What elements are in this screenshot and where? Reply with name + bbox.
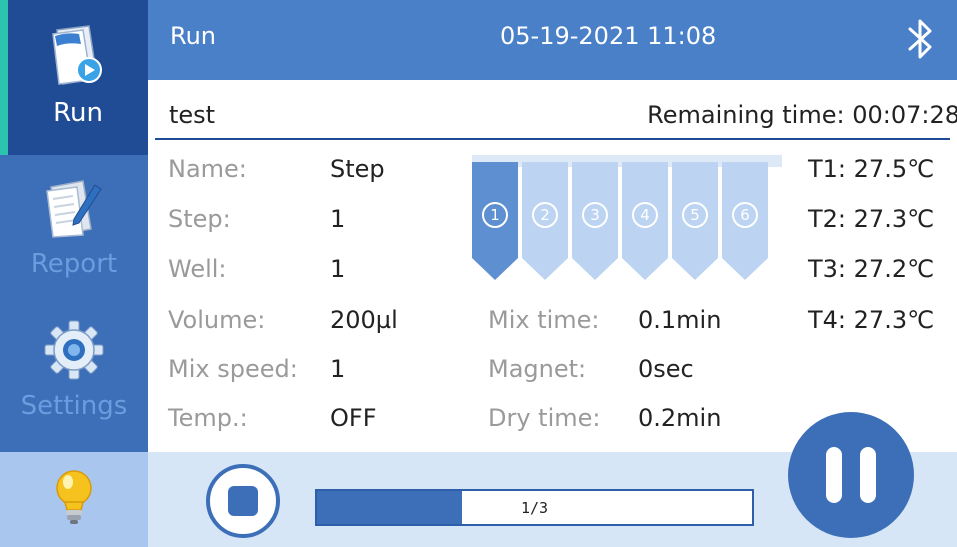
- dry-time-value: 0.2min: [638, 404, 722, 432]
- well-number: 2: [532, 202, 558, 228]
- sidebar-item-label: Report: [30, 249, 118, 279]
- magnet-label: Magnet:: [488, 355, 587, 383]
- mix-speed-value: 1: [330, 355, 346, 383]
- well-1: 1: [472, 162, 518, 280]
- step-value: 1: [330, 205, 346, 233]
- temp-t2-label: T2:: [808, 205, 847, 233]
- volume-value: 200µl: [330, 306, 398, 334]
- well-4: 4: [622, 162, 668, 280]
- program-row: test Remaining time: 00:07:28: [155, 98, 957, 140]
- pause-icon: [826, 447, 842, 503]
- temp-t4: T4: 27.3℃: [808, 306, 934, 334]
- well-number: 6: [732, 202, 758, 228]
- well-number: 1: [482, 202, 508, 228]
- remaining-time-value: 00:07:28: [852, 101, 957, 129]
- stop-button[interactable]: [206, 464, 280, 538]
- remaining-time: Remaining time: 00:07:28: [647, 101, 957, 129]
- temp-t1: T1: 27.5℃: [808, 155, 934, 183]
- temp-t4-value: 27.3℃: [853, 306, 935, 334]
- run-document-icon: [45, 22, 111, 92]
- sidebar-item-run[interactable]: Run: [0, 0, 148, 155]
- well-2: 2: [522, 162, 568, 280]
- program-name: test: [169, 101, 216, 129]
- mix-time-label: Mix time:: [488, 306, 600, 334]
- well-number: 3: [582, 202, 608, 228]
- datetime-display: 05-19-2021 11:08: [500, 22, 717, 50]
- bluetooth-icon[interactable]: [903, 16, 937, 66]
- name-label: Name:: [168, 155, 247, 183]
- sidebar-item-label: Run: [53, 98, 103, 128]
- temp-t4-label: T4:: [808, 306, 847, 334]
- sidebar-item-label: Settings: [20, 391, 128, 421]
- sidebar: Run Report Settings: [0, 0, 148, 547]
- sidebar-item-report[interactable]: Report: [0, 155, 148, 297]
- pause-button[interactable]: [788, 412, 914, 538]
- temp-t2: T2: 27.3℃: [808, 205, 934, 233]
- mix-speed-label: Mix speed:: [168, 355, 298, 383]
- temp-label: Temp.:: [168, 404, 248, 432]
- progress-text: 1/3: [520, 498, 549, 517]
- well-label: Well:: [168, 255, 227, 283]
- sidebar-item-light[interactable]: [0, 452, 148, 547]
- temp-value: OFF: [330, 404, 377, 432]
- well-6: 6: [722, 162, 768, 280]
- dry-time-label: Dry time:: [488, 404, 601, 432]
- temp-t3: T3: 27.2℃: [808, 255, 934, 283]
- report-paper-icon: [41, 177, 107, 243]
- temp-t3-label: T3:: [808, 255, 847, 283]
- temp-t1-value: 27.5℃: [853, 155, 935, 183]
- well-5: 5: [672, 162, 718, 280]
- lightbulb-icon: [53, 468, 95, 532]
- well-number: 5: [682, 202, 708, 228]
- volume-label: Volume:: [168, 306, 266, 334]
- header-bar: Run 05-19-2021 11:08: [148, 0, 957, 80]
- well-number: 4: [632, 202, 658, 228]
- magnet-value: 0sec: [638, 355, 694, 383]
- gear-icon: [43, 319, 105, 385]
- sidebar-item-settings[interactable]: Settings: [0, 297, 148, 452]
- pause-icon: [860, 447, 876, 503]
- run-progress-bar: 1/3: [315, 489, 754, 526]
- stop-icon: [228, 486, 258, 516]
- remaining-time-label: Remaining time:: [647, 101, 845, 129]
- temp-t2-value: 27.3℃: [853, 205, 935, 233]
- step-label: Step:: [168, 205, 231, 233]
- well-value: 1: [330, 255, 346, 283]
- mix-time-value: 0.1min: [638, 306, 722, 334]
- name-value: Step: [330, 155, 385, 183]
- page-title: Run: [170, 22, 217, 50]
- temp-t1-label: T1:: [808, 155, 847, 183]
- temp-t3-value: 27.2℃: [853, 255, 935, 283]
- well-3: 3: [572, 162, 618, 280]
